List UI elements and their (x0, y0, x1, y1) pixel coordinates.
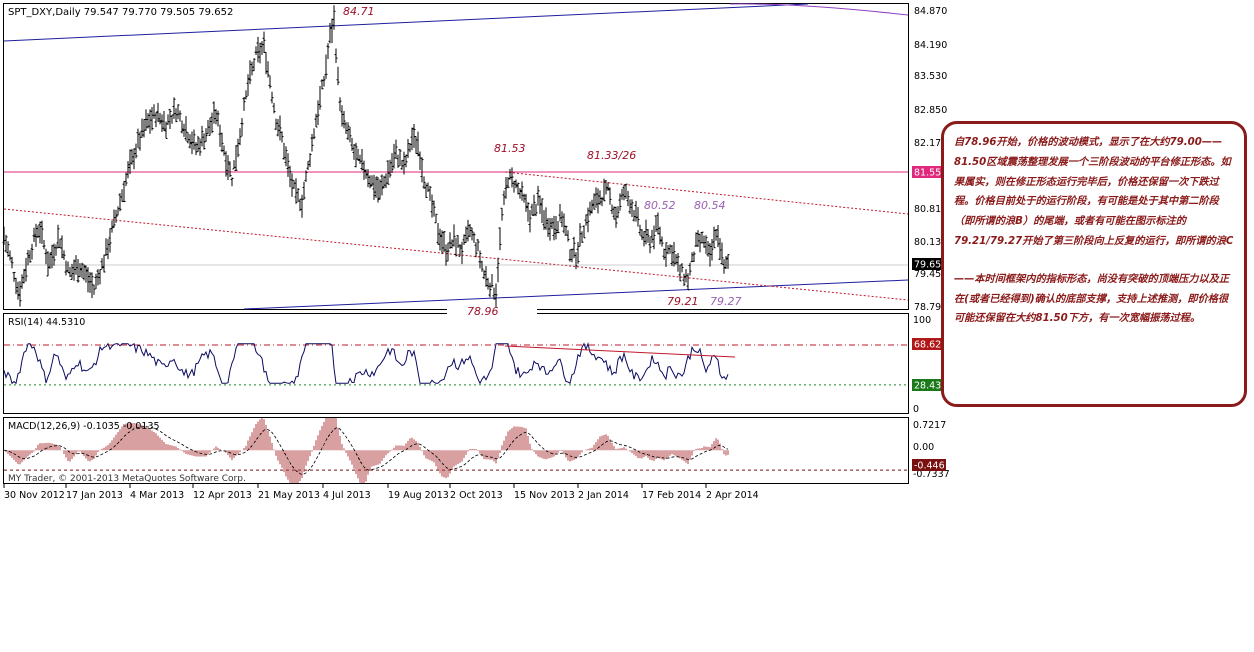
time-tick-label: 30 Nov 2012 (4, 490, 65, 501)
macd-badge-text: -0.446 (914, 461, 945, 472)
time-tick-label: 17 Jan 2013 (66, 490, 123, 501)
high-label: 84.71 (343, 5, 375, 18)
rsi-label: RSI(14) 44.5310 (8, 317, 85, 328)
symbol-info: SPT_DXY,Daily 79.547 79.770 79.505 79.65… (8, 7, 233, 18)
wave-low-2-label: 79.27 (710, 295, 742, 308)
time-tick-label: 15 Nov 2013 (514, 490, 575, 501)
price-tick-label: 84.190 (914, 40, 947, 51)
lower-channel-line (243, 279, 909, 310)
price-tick-label: 83.530 (914, 71, 947, 82)
macd-label: MACD(12,26,9) -0.1035 -0.0135 (8, 421, 160, 432)
time-tick-label: 4 Mar 2013 (130, 490, 184, 501)
wave-b-right-label: 80.54 (694, 199, 726, 212)
rsi-layer (3, 342, 908, 386)
low-label: 78.96 (467, 305, 499, 318)
price-tick-label: 82.850 (914, 105, 947, 116)
double-top-label: 81.33/26 (587, 149, 636, 162)
peak-label: 81.53 (494, 142, 526, 155)
rsi-line (3, 342, 729, 385)
price-layer (2, 3, 909, 316)
rsi-axis-bottom: 0 (913, 404, 919, 415)
wave-b-left-label: 80.52 (644, 199, 676, 212)
time-tick-label: 2 Apr 2014 (706, 490, 759, 501)
time-tick-label: 2 Oct 2013 (450, 490, 503, 501)
wave-low-1-label: 79.21 (667, 295, 699, 308)
time-axis: 30 Nov 2012 17 Jan 2013 4 Mar 2013 12 Apr 2… (3, 484, 759, 501)
price-tick-label: 84.870 (914, 6, 947, 17)
time-tick-label: 21 May 2013 (258, 490, 320, 501)
analysis-note: 自78.96开始，价格的波动模式，显示了在大约79.00——81.50区域震荡整… (941, 121, 1247, 407)
rsi-panel-frame (3, 313, 909, 414)
time-tick-label: 19 Aug 2013 (388, 490, 449, 501)
time-tick-label: 2 Jan 2014 (578, 490, 629, 501)
price-panel-frame (3, 3, 909, 310)
macd-axis-top: 0.7217 (913, 420, 946, 431)
analysis-note-paragraph-1: 自78.96开始，价格的波动模式，显示了在大约79.00——81.50区域震荡整… (954, 137, 1234, 247)
time-tick-label: 12 Apr 2013 (193, 490, 252, 501)
analysis-note-paragraph-2: ——本时间框架内的指标形态，尚没有突破的顶端压力以及正在(或者已经得到)确认的底… (954, 273, 1230, 325)
time-tick-label: 17 Feb 2014 (642, 490, 701, 501)
upper-purple-curve (729, 3, 909, 16)
rsi-axis-top: 100 (913, 315, 931, 326)
copyright-text: MY Trader, © 2001-2013 MetaQuotes Softwa… (8, 474, 246, 484)
time-tick-label: 4 Jul 2013 (323, 490, 371, 501)
macd-axis-zero: 0.00 (913, 442, 934, 453)
macd-badge: -0.446 (912, 459, 946, 472)
